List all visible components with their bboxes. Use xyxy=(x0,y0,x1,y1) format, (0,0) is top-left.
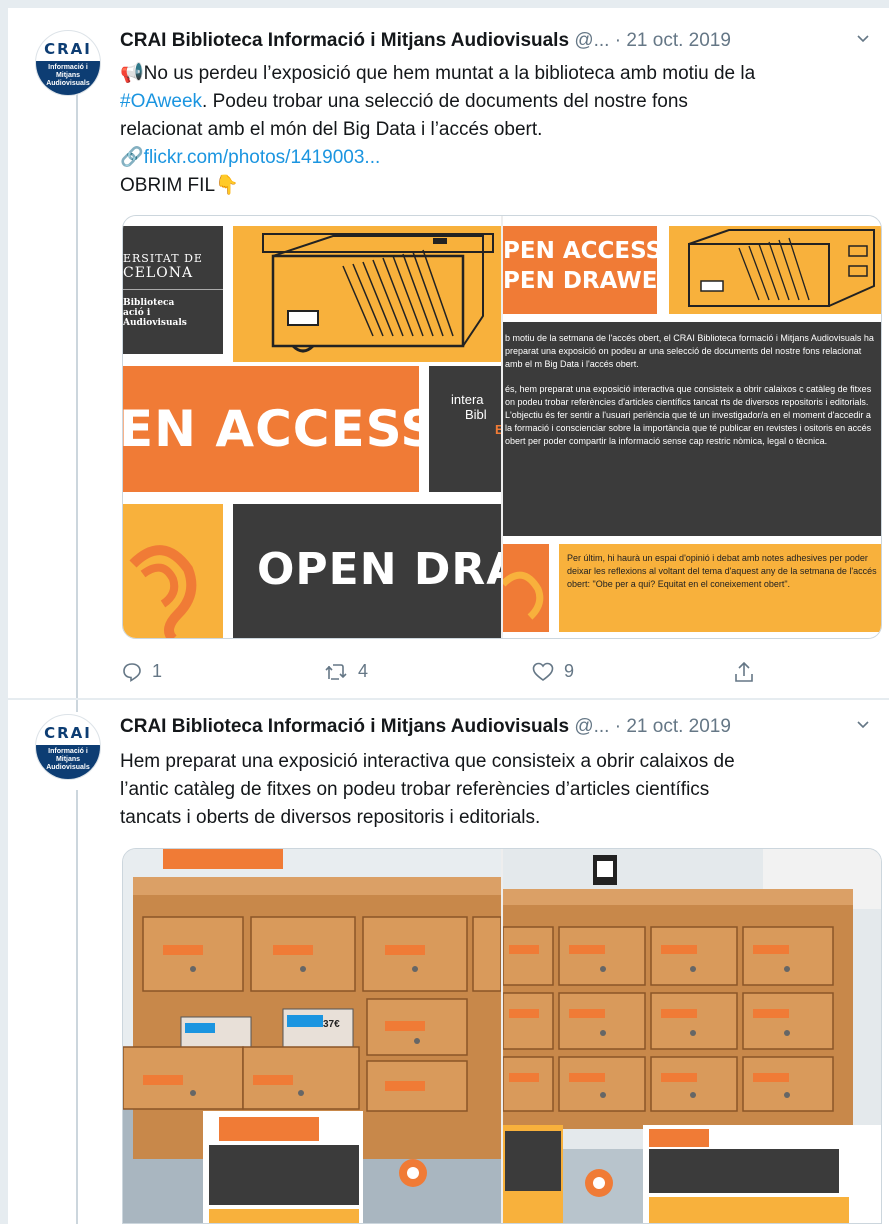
tweet-media[interactable]: 37€ xyxy=(122,848,882,1224)
author-handle[interactable]: @... xyxy=(574,30,609,51)
share-button[interactable] xyxy=(734,661,754,683)
tweet-1[interactable]: CRAI Informació i Mitjans Audiovisuals C… xyxy=(8,8,889,698)
chevron-down-icon[interactable] xyxy=(851,716,875,740)
text-line-1: 📢No us perdeu l’exposició que hem muntat… xyxy=(120,63,756,84)
tweet-text: 📢No us perdeu l’exposició que hem muntat… xyxy=(120,60,875,200)
avatar[interactable]: CRAI Informació i Mitjans Audiovisuals xyxy=(35,30,101,96)
card-catalog-photo xyxy=(503,849,881,1223)
retweet-button[interactable]: 4 xyxy=(324,661,368,682)
author-name[interactable]: CRAI Biblioteca Informació i Mitjans Aud… xyxy=(120,716,569,737)
tweet-header: CRAI Biblioteca Informació i Mitjans Aud… xyxy=(120,30,839,54)
avatar-logo-text: CRAI xyxy=(44,724,92,742)
text-line-5: OBRIM FIL👇 xyxy=(120,175,239,196)
ear-icon-block xyxy=(123,504,223,638)
author-handle[interactable]: @... xyxy=(574,716,609,737)
avatar[interactable]: CRAI Informació i Mitjans Audiovisuals xyxy=(35,714,101,780)
drawer-illustration xyxy=(233,226,501,362)
flickr-link[interactable]: flickr.com/photos/1419003... xyxy=(144,147,381,168)
side-text-block: intera Bibl E xyxy=(429,366,501,492)
banner-open-access: EN ACCESS... xyxy=(123,366,419,492)
photo-left[interactable]: 37€ xyxy=(123,849,501,1223)
thread-line xyxy=(76,700,78,712)
tweet-2[interactable]: CRAI Informació i Mitjans Audiovisuals C… xyxy=(8,700,889,1224)
text-line-1: Hem preparat una exposició interactiva q… xyxy=(120,751,735,772)
svg-text:37€: 37€ xyxy=(323,1019,340,1030)
university-logo-block: ERSITAT DE CELONA Biblioteca ació i Audi… xyxy=(123,226,223,354)
tweet-header: CRAI Biblioteca Informació i Mitjans Aud… xyxy=(120,716,839,740)
reply-count: 1 xyxy=(152,661,163,681)
hashtag-link[interactable]: #OAweek xyxy=(120,91,202,112)
link-icon: 🔗 xyxy=(120,147,144,168)
tweet-actions: 1 4 9 xyxy=(120,661,760,685)
reply-icon xyxy=(123,662,141,682)
poster-drawer-illustration xyxy=(669,226,881,314)
thread-line xyxy=(76,790,78,1224)
tweet-media[interactable]: ERSITAT DE CELONA Biblioteca ació i Audi… xyxy=(122,215,882,639)
banner-open-drawer: OPEN DRAW xyxy=(233,504,501,638)
separator-dot: · xyxy=(614,716,622,737)
media-image-left[interactable]: ERSITAT DE CELONA Biblioteca ació i Audi… xyxy=(123,216,501,638)
retweet-icon xyxy=(325,663,347,680)
text-line-2: l’antic catàleg de fitxes on podeu troba… xyxy=(120,779,710,800)
like-button[interactable]: 9 xyxy=(532,661,574,682)
share-icon xyxy=(735,661,753,682)
avatar-logo-band: Informació i Mitjans Audiovisuals xyxy=(36,745,100,779)
reply-button[interactable]: 1 xyxy=(122,661,162,682)
text-line-4: 🔗flickr.com/photos/1419003... xyxy=(120,144,875,172)
poster-debate-block: Per últim, hi haurà un espai d'opinió i … xyxy=(559,544,881,632)
author-name[interactable]: CRAI Biblioteca Informació i Mitjans Aud… xyxy=(120,30,569,51)
card-catalog-photo: 37€ xyxy=(123,849,501,1223)
text-line-3: relacionat amb el món del Big Data i l’a… xyxy=(120,119,543,140)
text-line-2: #OAweek. Podeu trobar una selecció de do… xyxy=(120,91,688,112)
pointing-down-icon: 👇 xyxy=(215,175,239,196)
poster-description-block: b motiu de la setmana de l'accés obert, … xyxy=(503,322,881,536)
separator-dot: · xyxy=(614,30,622,51)
photo-right[interactable] xyxy=(503,849,881,1223)
megaphone-icon: 📢 xyxy=(120,63,144,84)
tweet-text: Hem preparat una exposició interactiva q… xyxy=(120,748,875,832)
avatar-logo-text: CRAI xyxy=(44,40,92,58)
heart-icon xyxy=(532,662,554,681)
retweet-count: 4 xyxy=(358,661,369,681)
like-count: 9 xyxy=(564,661,575,681)
media-image-right[interactable]: PEN ACCESS PEN DRAWER! xyxy=(503,216,881,638)
poster-title-block: PEN ACCESS PEN DRAWER! xyxy=(503,226,657,314)
poster-ear-block xyxy=(503,544,549,632)
timeline: CRAI Informació i Mitjans Audiovisuals C… xyxy=(0,0,889,1224)
chevron-down-icon[interactable] xyxy=(851,30,875,54)
tweet-date[interactable]: 21 oct. 2019 xyxy=(626,716,731,737)
thread-line xyxy=(76,86,78,698)
text-line-3: tancats i oberts de diversos repositoris… xyxy=(120,807,541,828)
tweet-date[interactable]: 21 oct. 2019 xyxy=(626,30,731,51)
avatar-logo-band: Informació i Mitjans Audiovisuals xyxy=(36,61,100,95)
